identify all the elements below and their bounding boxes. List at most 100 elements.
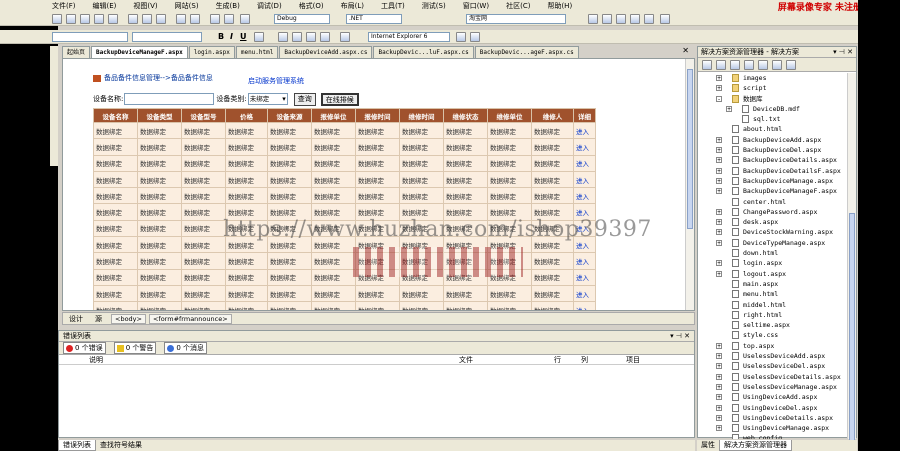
tree-item[interactable]: + UsingDeviceManage.aspx <box>698 423 848 433</box>
expand-icon[interactable]: + <box>716 85 722 92</box>
menu-item[interactable]: 生成(B) <box>216 1 240 11</box>
navigate-forward-icon[interactable] <box>224 14 234 24</box>
menu-item[interactable]: 调试(D) <box>257 1 282 11</box>
properties-icon[interactable] <box>616 14 626 24</box>
paste-icon[interactable] <box>156 14 166 24</box>
tree-item[interactable]: + DeviceStockWarning.aspx <box>698 227 848 237</box>
close-tab-icon[interactable]: ✕ <box>682 46 689 55</box>
col-column[interactable]: 列 <box>581 355 588 365</box>
expand-icon[interactable]: + <box>716 208 722 215</box>
expand-icon[interactable]: + <box>716 404 722 411</box>
align-left-icon[interactable] <box>278 32 288 42</box>
tree-item[interactable]: + BackupDeviceManageF.aspx <box>698 186 848 196</box>
enter-link[interactable]: 进入 <box>573 154 596 172</box>
cut-icon[interactable] <box>128 14 138 24</box>
tree-item[interactable]: middel.html <box>698 300 848 310</box>
tree-item[interactable]: about.html <box>698 124 848 134</box>
expand-icon[interactable]: + <box>716 167 722 174</box>
bold-button[interactable]: B <box>218 32 224 41</box>
warnings-filter[interactable]: 0 个警告 <box>113 342 157 354</box>
tree-item[interactable]: + logout.aspx <box>698 269 848 279</box>
expand-icon[interactable]: + <box>716 383 722 390</box>
tree-item[interactable]: + UselessDeviceAdd.aspx <box>698 351 848 361</box>
expand-icon[interactable]: + <box>716 75 722 82</box>
solution-scroll-thumb[interactable] <box>849 213 855 443</box>
validation-icon[interactable] <box>470 32 480 42</box>
expand-icon[interactable]: + <box>716 260 722 267</box>
numbering-icon[interactable] <box>320 32 330 42</box>
device-type-select[interactable]: 未绑定 <box>247 93 288 105</box>
panel-controls-icon[interactable]: ▾ ⊣ ✕ <box>670 331 690 341</box>
system-link[interactable]: 启动服务管理系统 <box>248 76 304 86</box>
tree-item[interactable]: + UsingDeviceDel.aspx <box>698 403 848 413</box>
enter-link[interactable]: 进入 <box>573 121 596 140</box>
tree-item[interactable]: + BackupDeviceManage.aspx <box>698 176 848 186</box>
tree-item[interactable]: center.html <box>698 197 848 207</box>
tab-error-list[interactable]: 错误列表 <box>58 440 96 451</box>
tree-item[interactable]: + UsingDeviceAdd.aspx <box>698 392 848 402</box>
check-page-icon[interactable] <box>456 32 466 42</box>
font-color-icon[interactable] <box>254 32 264 42</box>
tree-item[interactable]: - 数据库 <box>698 94 848 104</box>
properties-icon[interactable] <box>702 60 712 70</box>
expand-icon[interactable]: + <box>716 353 722 360</box>
enter-link[interactable]: 进入 <box>573 268 596 286</box>
expand-icon[interactable]: + <box>716 239 722 246</box>
tree-item[interactable]: + images <box>698 73 848 83</box>
find-in-files-icon[interactable] <box>588 14 598 24</box>
expand-icon[interactable]: + <box>716 177 722 184</box>
document-tab[interactable]: BackupDeviceManageF.aspx <box>91 46 188 58</box>
tree-item[interactable]: style.css <box>698 330 848 340</box>
col-project[interactable]: 项目 <box>626 355 640 365</box>
document-tab[interactable]: BackupDeviceAdd.aspx.cs <box>279 46 373 58</box>
menu-item[interactable]: 视图(V) <box>133 1 157 11</box>
device-name-input[interactable] <box>124 93 215 105</box>
tree-item[interactable]: + BackupDeviceAdd.aspx <box>698 135 848 145</box>
messages-filter[interactable]: 0 个消息 <box>164 342 208 354</box>
undo-icon[interactable] <box>176 14 186 24</box>
editor-scrollbar[interactable] <box>685 59 694 310</box>
enter-link[interactable]: 进入 <box>573 301 596 310</box>
tab-properties[interactable]: 属性 <box>697 440 719 451</box>
menu-item[interactable]: 社区(C) <box>506 1 530 11</box>
expand-icon[interactable]: + <box>716 157 722 164</box>
tag-body[interactable]: <body> <box>111 313 146 324</box>
query-button[interactable]: 查询 <box>293 92 316 106</box>
tree-item[interactable]: + script <box>698 83 848 93</box>
menu-item[interactable]: 编辑(E) <box>93 1 117 11</box>
expand-icon[interactable]: + <box>716 229 722 236</box>
menu-item[interactable]: 工具(T) <box>381 1 405 11</box>
document-tab[interactable]: 起始页 <box>62 46 91 58</box>
tree-item[interactable]: + UsingDeviceDetails.aspx <box>698 413 848 423</box>
menu-item[interactable]: 网站(S) <box>175 1 199 11</box>
expand-icon[interactable]: + <box>716 219 722 226</box>
tree-item[interactable]: + BackupDeviceDetailsF.aspx <box>698 166 848 176</box>
col-file[interactable]: 文件 <box>459 355 473 365</box>
panel-controls-icon[interactable]: ▾ ⊣ ✕ <box>833 47 853 57</box>
menu-item[interactable]: 测试(S) <box>422 1 446 11</box>
view-designer-icon[interactable] <box>758 60 768 70</box>
tree-item[interactable]: web.config <box>698 433 848 439</box>
document-tab[interactable]: BackupDevic...luF.aspx.cs <box>373 46 474 58</box>
menu-item[interactable]: 窗口(W) <box>463 1 489 11</box>
refresh-icon[interactable] <box>716 60 726 70</box>
expand-icon[interactable]: + <box>716 414 722 421</box>
col-description[interactable]: 说明 <box>89 355 103 365</box>
expand-icon[interactable]: + <box>716 373 722 380</box>
expand-icon[interactable]: + <box>716 270 722 277</box>
design-tab[interactable]: 设计 <box>63 314 89 324</box>
menu-item[interactable]: 文件(F) <box>52 1 76 11</box>
tag-form[interactable]: <form#frmannounce> <box>148 313 232 324</box>
config-select[interactable]: Debug <box>274 14 330 24</box>
solution-explorer-icon[interactable] <box>602 14 612 24</box>
save-icon[interactable] <box>94 14 104 24</box>
open-file-icon[interactable] <box>80 14 90 24</box>
underline-button[interactable]: U <box>240 32 247 41</box>
menu-item[interactable]: 布局(L) <box>341 1 364 11</box>
expand-icon[interactable]: + <box>716 342 722 349</box>
document-tab[interactable]: login.aspx <box>188 46 235 58</box>
expand-icon[interactable]: + <box>716 188 722 195</box>
new-project-icon[interactable] <box>52 14 62 24</box>
align-center-icon[interactable] <box>292 32 302 42</box>
source-tab[interactable]: 源 <box>89 314 108 324</box>
